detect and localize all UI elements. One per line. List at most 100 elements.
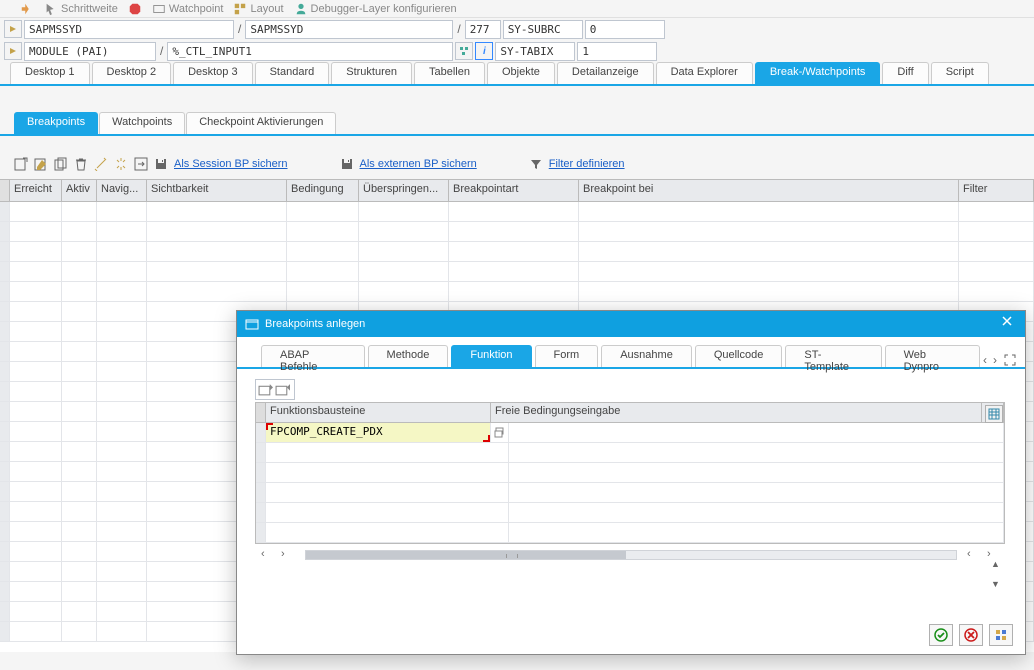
save-session-bp-link[interactable]: Als Session BP sichern bbox=[174, 158, 288, 170]
subrc-value[interactable] bbox=[585, 20, 665, 39]
ok-button[interactable] bbox=[929, 624, 953, 646]
delete-row-icon[interactable] bbox=[275, 382, 290, 397]
copy-icon[interactable] bbox=[54, 157, 68, 171]
line-field[interactable] bbox=[465, 20, 501, 39]
wand-icon[interactable] bbox=[94, 157, 108, 171]
program-field-1[interactable] bbox=[24, 20, 234, 39]
row-selector[interactable] bbox=[256, 423, 266, 442]
ctl-field[interactable] bbox=[167, 42, 453, 61]
sub-tab-breakpoints[interactable]: Breakpoints bbox=[14, 112, 98, 134]
tab-strukturen[interactable]: Strukturen bbox=[331, 62, 412, 84]
main-tab-strip: Desktop 1 Desktop 2 Desktop 3 Standard S… bbox=[0, 62, 1034, 86]
col-bedingung[interactable]: Bedingung bbox=[287, 180, 359, 201]
tab-desktop-2[interactable]: Desktop 2 bbox=[92, 62, 172, 84]
toolbar-debugger-layer[interactable]: Debugger-Layer konfigurieren bbox=[294, 2, 457, 16]
sub-tab-checkpoint[interactable]: Checkpoint Aktivierungen bbox=[186, 112, 336, 134]
col-filter[interactable]: Filter bbox=[959, 180, 1034, 201]
dlg-grid-row[interactable] bbox=[256, 483, 1004, 503]
col-aktiv[interactable]: Aktiv bbox=[62, 180, 97, 201]
new-icon[interactable] bbox=[14, 157, 28, 171]
dlg-grid-row[interactable] bbox=[256, 523, 1004, 543]
goto-icon[interactable] bbox=[134, 157, 148, 171]
save-extern-bp-link[interactable]: Als externen BP sichern bbox=[360, 158, 477, 170]
toolbar-layout[interactable]: Layout bbox=[233, 2, 283, 16]
tab-standard[interactable]: Standard bbox=[255, 62, 330, 84]
program-field-2[interactable] bbox=[245, 20, 453, 39]
sub-tab-watchpoints[interactable]: Watchpoints bbox=[99, 112, 185, 134]
toolbar-watchpoint[interactable]: Watchpoint bbox=[152, 2, 224, 16]
dlg-tab-web-dynpro[interactable]: Web Dynpro bbox=[885, 345, 980, 367]
separator: / bbox=[158, 44, 165, 58]
module-field[interactable] bbox=[24, 42, 156, 61]
change-icon[interactable] bbox=[34, 157, 48, 171]
toggle-button[interactable] bbox=[4, 42, 22, 60]
col-navig[interactable]: Navig... bbox=[97, 180, 147, 201]
tab-desktop-3[interactable]: Desktop 3 bbox=[173, 62, 253, 84]
toolbar-schrittweite[interactable]: Schrittweite bbox=[44, 2, 118, 16]
options-button[interactable] bbox=[989, 624, 1013, 646]
col-breakpoint-bei[interactable]: Breakpoint bei bbox=[579, 180, 959, 201]
col-erreicht[interactable]: Erreicht bbox=[10, 180, 62, 201]
tab-scroll-right-icon[interactable]: › bbox=[993, 353, 997, 367]
dlg-grid-row[interactable] bbox=[256, 463, 1004, 483]
dialog-title-bar[interactable]: Breakpoints anlegen bbox=[237, 311, 1025, 337]
scroll-left-icon[interactable]: › bbox=[281, 548, 295, 562]
col-breakpointart[interactable]: Breakpointart bbox=[449, 180, 579, 201]
save-icon[interactable] bbox=[154, 157, 168, 171]
step-icon bbox=[20, 2, 34, 16]
tab-detailanzeige[interactable]: Detailanzeige bbox=[557, 62, 654, 84]
tab-desktop-1[interactable]: Desktop 1 bbox=[10, 62, 90, 84]
tree-button[interactable] bbox=[455, 42, 473, 60]
info-button[interactable]: i bbox=[475, 42, 493, 60]
triangle-icon bbox=[8, 46, 18, 56]
tabix-value[interactable] bbox=[577, 42, 657, 61]
scrollbar-track[interactable] bbox=[305, 550, 957, 560]
dlg-tab-form[interactable]: Form bbox=[535, 345, 599, 367]
dialog-close-button[interactable] bbox=[1001, 314, 1019, 332]
scroll-first-icon[interactable]: ‹ bbox=[261, 548, 275, 562]
save-icon[interactable] bbox=[340, 157, 354, 171]
col-funktionsbausteine[interactable]: Funktionsbausteine bbox=[266, 403, 491, 422]
tab-script[interactable]: Script bbox=[931, 62, 989, 84]
toolbar-stop[interactable] bbox=[128, 2, 142, 16]
f4-help-button[interactable] bbox=[491, 423, 509, 442]
insert-row-icon[interactable] bbox=[258, 382, 273, 397]
dlg-tab-st-template[interactable]: ST-Template bbox=[785, 345, 881, 367]
col-sichtbarkeit[interactable]: Sichtbarkeit bbox=[147, 180, 287, 201]
grid-settings-button[interactable] bbox=[985, 405, 1003, 423]
scrollbar-thumb[interactable] bbox=[306, 551, 626, 559]
tab-scroll-left-icon[interactable]: ‹ bbox=[983, 353, 987, 367]
expand-icon[interactable] bbox=[1003, 353, 1017, 367]
tab-diff[interactable]: Diff bbox=[882, 62, 928, 84]
sparkle-icon[interactable] bbox=[114, 157, 128, 171]
scroll-up-icon[interactable]: ▲ bbox=[991, 559, 1005, 573]
tab-data-explorer[interactable]: Data Explorer bbox=[656, 62, 753, 84]
col-ueberspringen[interactable]: Überspringen... bbox=[359, 180, 449, 201]
dlg-grid-row[interactable] bbox=[256, 503, 1004, 523]
dlg-tab-ausnahme[interactable]: Ausnahme bbox=[601, 345, 692, 367]
filter-icon[interactable] bbox=[529, 157, 543, 171]
dlg-vertical-scroll[interactable]: ▲ ▼ bbox=[991, 559, 1005, 593]
filter-define-link[interactable]: Filter definieren bbox=[549, 158, 625, 170]
function-module-cell[interactable]: FPCOMP_CREATE_PDX bbox=[266, 423, 491, 442]
tab-break-watchpoints[interactable]: Break-/Watchpoints bbox=[755, 62, 881, 84]
tree-icon bbox=[459, 46, 469, 56]
condition-cell[interactable] bbox=[509, 423, 1004, 442]
tab-objekte[interactable]: Objekte bbox=[487, 62, 555, 84]
dlg-grid-row[interactable] bbox=[256, 443, 1004, 463]
toolbar-item[interactable] bbox=[20, 2, 34, 16]
cancel-button[interactable] bbox=[959, 624, 983, 646]
scroll-right-icon[interactable]: ‹ bbox=[967, 548, 981, 562]
toggle-button[interactable] bbox=[4, 20, 22, 38]
dlg-tab-methode[interactable]: Methode bbox=[368, 345, 449, 367]
dlg-grid-row[interactable]: FPCOMP_CREATE_PDX bbox=[256, 423, 1004, 443]
delete-icon[interactable] bbox=[74, 157, 88, 171]
scroll-down-icon[interactable]: ▼ bbox=[991, 579, 1005, 593]
tab-tabellen[interactable]: Tabellen bbox=[414, 62, 485, 84]
dlg-tab-quellcode[interactable]: Quellcode bbox=[695, 345, 783, 367]
col-freie-bedingung[interactable]: Freie Bedingungseingabe bbox=[491, 403, 982, 422]
dlg-horizontal-scroll[interactable]: ‹ › ‹ › bbox=[261, 548, 1001, 562]
dlg-tab-abap[interactable]: ABAP Befehle bbox=[261, 345, 365, 367]
dlg-tab-funktion[interactable]: Funktion bbox=[451, 345, 531, 367]
tabix-label bbox=[495, 42, 575, 61]
